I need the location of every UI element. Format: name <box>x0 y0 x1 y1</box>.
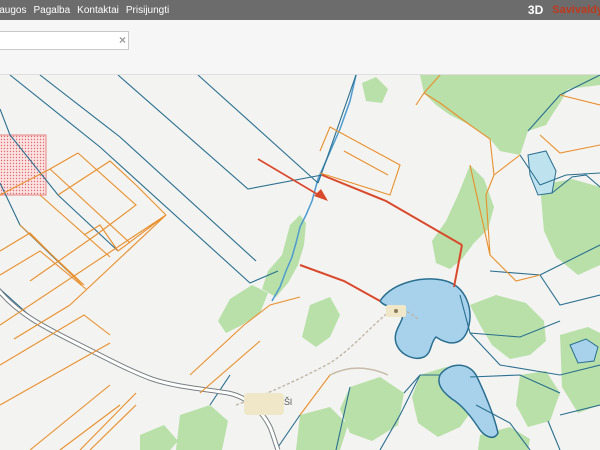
map-view[interactable]: Šl <box>0 75 600 450</box>
place-label: Šl <box>284 397 292 407</box>
poi-marker[interactable] <box>394 309 398 313</box>
nav-item-kontaktai[interactable]: Kontaktai <box>77 5 119 16</box>
brand: 3D Savivaldy <box>528 0 600 20</box>
nav-item-paslaugos[interactable]: laugos <box>0 5 26 16</box>
3d-toggle[interactable]: 3D <box>528 3 543 17</box>
search-input[interactable] <box>0 34 113 51</box>
top-bar: laugos Pagalba Kontaktai Prisijungti 3D … <box>0 0 600 20</box>
nav-item-pagalba[interactable]: Pagalba <box>33 5 70 16</box>
search-box: × <box>0 31 129 51</box>
brand-name: Savivaldy <box>552 4 600 16</box>
restricted-area-hatched <box>0 134 47 196</box>
nav-item-prisijungti[interactable]: Prisijungti <box>126 5 169 16</box>
search-toolbar: × <box>0 20 600 75</box>
main-nav: laugos Pagalba Kontaktai Prisijungti <box>0 5 176 16</box>
building-sand-area <box>244 393 284 415</box>
clear-search-icon[interactable]: × <box>119 32 126 49</box>
